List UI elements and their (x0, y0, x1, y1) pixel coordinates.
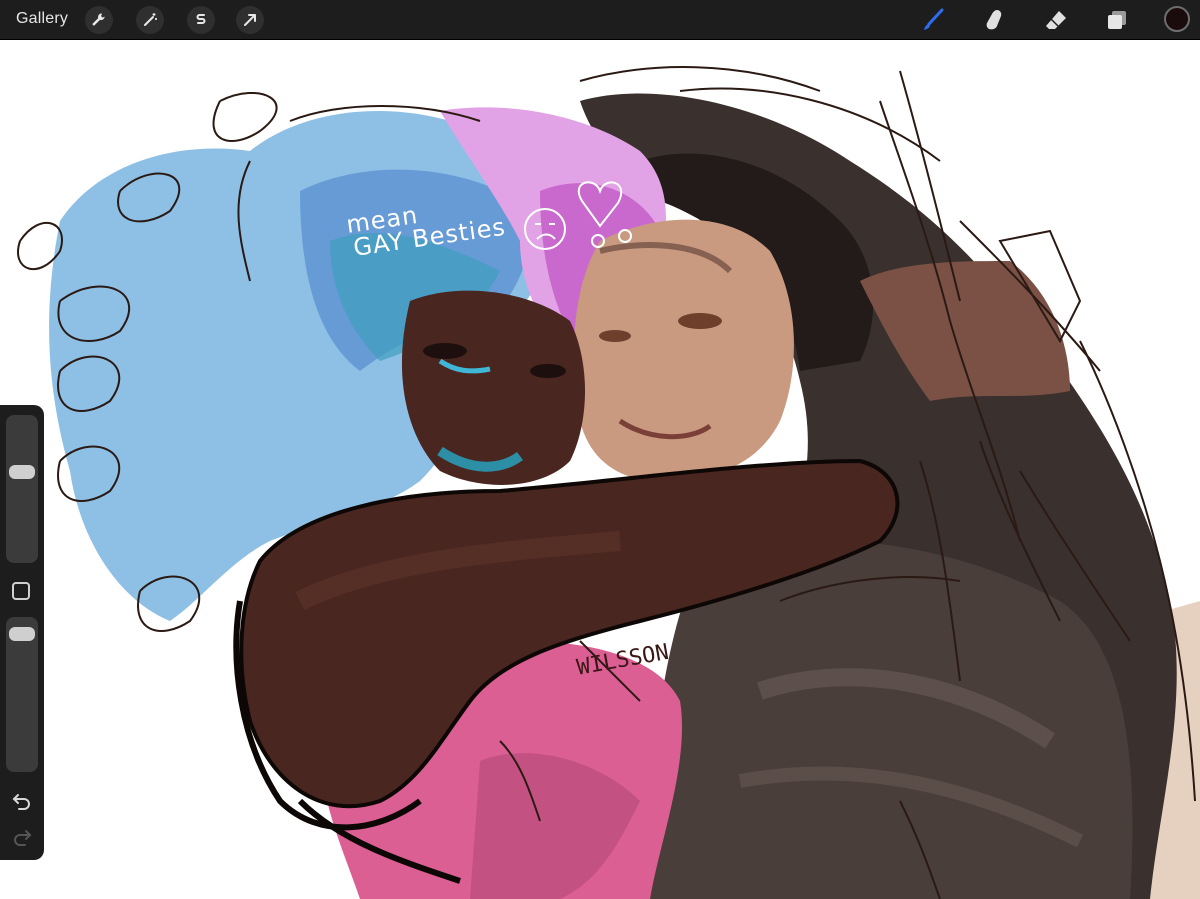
wrench-icon[interactable] (85, 6, 113, 34)
artwork (17, 66, 1200, 899)
redo-icon[interactable] (10, 825, 34, 849)
left-sidebar (0, 405, 44, 860)
square-modify-icon[interactable] (12, 582, 30, 600)
dark-face (401, 290, 585, 485)
opacity-thumb[interactable] (9, 627, 35, 641)
arrow-cursor-icon[interactable] (236, 6, 264, 34)
brush-size-slider[interactable] (6, 415, 38, 563)
color-swatch[interactable] (1164, 6, 1190, 32)
top-toolbar: Gallery (0, 0, 1200, 40)
selection-s-icon[interactable] (187, 6, 215, 34)
light-face (574, 219, 794, 482)
opacity-slider[interactable] (6, 617, 38, 772)
undo-icon[interactable] (10, 789, 34, 813)
brush-size-thumb[interactable] (9, 465, 35, 479)
brush-icon[interactable] (918, 5, 948, 35)
eraser-icon[interactable] (1041, 5, 1071, 35)
gallery-button[interactable]: Gallery (16, 10, 68, 28)
drawing-canvas[interactable]: mean GAY Besties WILSSON (0, 41, 1200, 899)
layers-icon[interactable] (1102, 5, 1132, 35)
magic-wand-icon[interactable] (136, 6, 164, 34)
smudge-finger-icon[interactable] (979, 5, 1009, 35)
